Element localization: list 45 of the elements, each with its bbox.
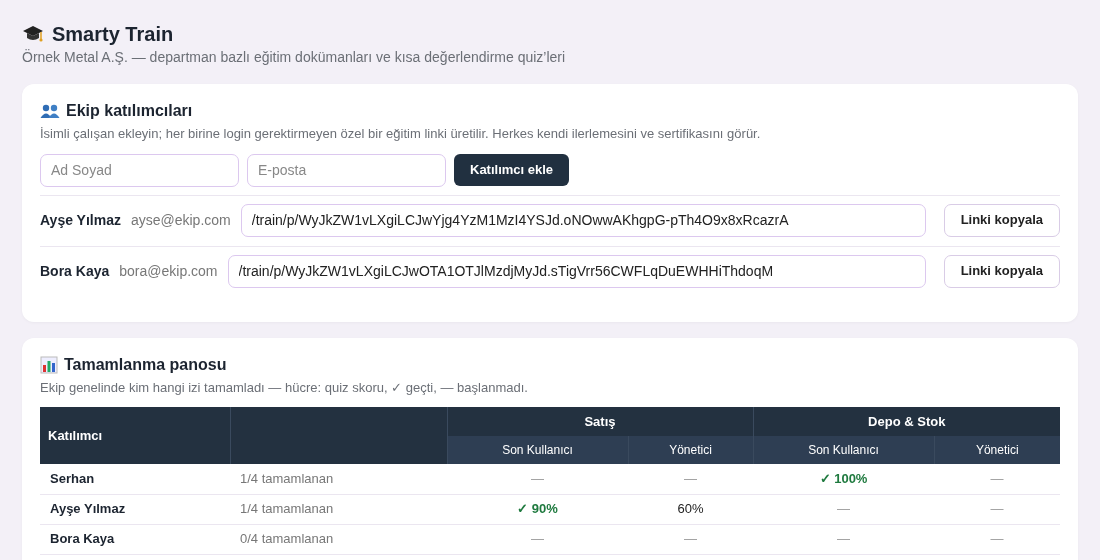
- participant-name: Bora Kaya: [40, 261, 110, 281]
- people-icon: [40, 103, 60, 119]
- copy-link-button[interactable]: Linki kopyala: [943, 203, 1060, 237]
- column-group-header: Satış: [447, 407, 753, 436]
- add-participant-button[interactable]: Katılımcı ekle: [454, 153, 570, 186]
- link-field[interactable]: /train/p/WyJkZW1vLXgiLCJwOTA1OTJlMzdjMyJd.sTigVrr56CWFLqDuEWHHiThdoqM: [227, 254, 926, 288]
- graduation-cap-icon: [22, 24, 44, 44]
- participant-email: ayse@ekip.com: [130, 210, 231, 230]
- participant-name: Bora Kaya: [40, 524, 230, 554]
- empty-cell: —: [753, 524, 934, 554]
- empty-cell: —: [628, 464, 753, 494]
- section-description: Ekip genelinde kim hangi izi tamamladı — hücre: quiz skoru, ✓ geçti, — başlanmadı.: [40, 378, 529, 397]
- name-field[interactable]: Ad Soyad: [40, 153, 239, 187]
- progress-text: 0/4 tamamlanan: [230, 524, 447, 554]
- column-header: Yönetici: [628, 436, 753, 464]
- section-title: Tamamlanma panosu: [64, 354, 227, 375]
- empty-cell: —: [447, 524, 628, 554]
- section-description: İsimli çalışan ekleyin; her birine login gerektirmeyen özel bir eğitim linki üretilir. Herkes kendi ilerlemesini ve sertifikasını görür.: [40, 125, 762, 143]
- progress-text: 1/4 tamamlanan: [230, 464, 447, 494]
- empty-cell: —: [753, 494, 934, 524]
- email-field[interactable]: E-posta: [247, 153, 446, 187]
- participant-name: Serhan: [40, 464, 230, 494]
- column-header: Katılımcı: [40, 407, 230, 464]
- app-subtitle: Örnek Metal A.Ş. — departman bazlı eğitim dokümanları ve kısa değerlendirme quiz’leri: [22, 48, 567, 67]
- quiz-score: 60%: [628, 494, 753, 524]
- passed-score: ✓ 90%: [447, 494, 628, 524]
- empty-cell: —: [447, 464, 628, 494]
- empty-cell: —: [934, 494, 1060, 524]
- section-title: Ekip katılımcıları: [66, 101, 193, 121]
- participant-name: Ayşe Yılmaz: [40, 494, 230, 524]
- empty-cell: —: [628, 524, 753, 554]
- participant-email: bora@ekip.com: [119, 261, 218, 281]
- column-header: Yönetici: [934, 436, 1060, 464]
- empty-cell: —: [934, 524, 1060, 554]
- column-group-header: Depo & Stok: [753, 407, 1060, 436]
- link-field[interactable]: /train/p/WyJkZW1vLXgiLCJwYjg4YzM1MzI4YSJd.oNOwwAKhgpG-pTh4O9x8xRcazrA: [240, 203, 926, 237]
- progress-text: 1/4 tamamlanan: [230, 494, 447, 524]
- empty-cell: —: [934, 464, 1060, 494]
- column-header: Son Kullanıcı: [753, 436, 934, 464]
- column-header: Son Kullanıcı: [447, 436, 628, 464]
- copy-link-button[interactable]: Linki kopyala: [943, 254, 1060, 288]
- participant-name: Ayşe Yılmaz: [40, 210, 121, 230]
- app-title: Smarty Train: [52, 22, 174, 47]
- passed-score: ✓ 100%: [753, 464, 934, 494]
- bar-chart-icon: [40, 355, 58, 374]
